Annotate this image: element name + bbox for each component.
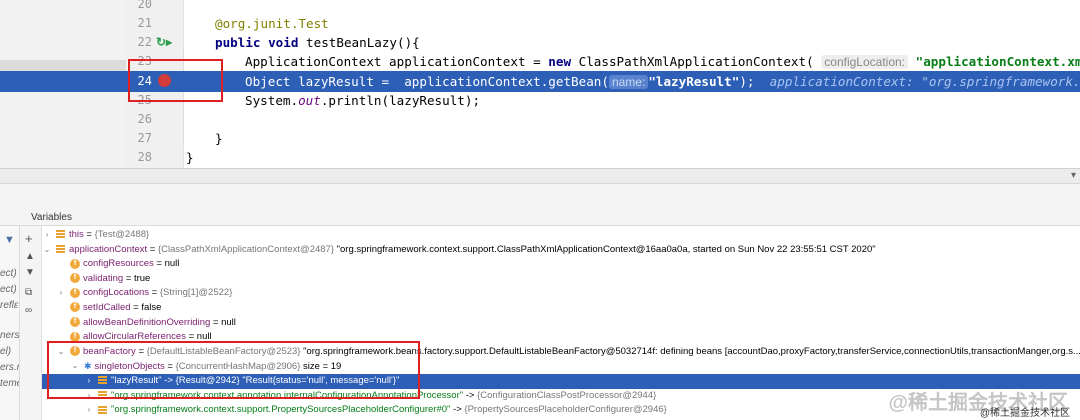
glasses-icon[interactable]: ∞ — [25, 304, 32, 318]
parameter-hint: name: — [608, 75, 649, 89]
frame-item[interactable]: el) — [0, 346, 11, 357]
local-var-icon — [56, 230, 65, 239]
field-icon: f — [70, 317, 80, 328]
watermark-small: @稀土掘金技术社区 — [979, 408, 1070, 419]
line-number: 26 — [137, 112, 152, 126]
frame-item[interactable]: teme — [0, 378, 19, 389]
frame-item[interactable]: ect) — [0, 284, 17, 295]
field-icon: f — [70, 302, 80, 313]
var-row-config-resources[interactable]: f configResources = null — [42, 257, 1080, 272]
run-test-icon[interactable]: ↻▸ — [156, 33, 172, 52]
line-number: 28 — [137, 150, 152, 164]
add-watch-icon[interactable]: + — [25, 232, 33, 246]
method-signature: public void testBeanLazy(){ — [215, 35, 420, 50]
line-number: 20 — [137, 0, 152, 11]
frame-item[interactable]: ect) — [0, 268, 17, 279]
line-number: 27 — [137, 131, 152, 145]
variables-toolbar: + ▲ ▼ ⧉ ∞ — [20, 226, 42, 420]
parameter-hint: configLocation: — [821, 55, 909, 69]
map-entry-icon — [98, 405, 107, 414]
code-line-26[interactable]: 26 — [0, 110, 1080, 129]
field-icon: f — [70, 287, 80, 298]
inline-debug-value: applicationContext: "org.springframework… — [769, 74, 1080, 89]
line-number: 22 — [137, 35, 152, 49]
highlight-box-editor — [128, 59, 223, 102]
code-line-28[interactable]: 28 } — [0, 148, 1080, 167]
collapse-arrow-icon[interactable]: ⌄ — [42, 243, 52, 258]
filter-icon[interactable]: ▼ — [4, 234, 15, 246]
frames-pane[interactable]: ▼ ect) ect) reflε ners. el) ers.n teme — [0, 226, 20, 420]
chevron-down-icon[interactable]: ▾ — [1071, 169, 1076, 183]
field-icon: f — [70, 273, 80, 284]
code-line-21[interactable]: 21 @org.junit.Test — [0, 14, 1080, 33]
var-row-set-id-called[interactable]: f setIdCalled = false — [42, 301, 1080, 316]
debugger-header: Variables — [0, 184, 1080, 226]
highlight-box-variables — [47, 341, 420, 399]
var-row-application-context[interactable]: ⌄ applicationContext = {ClassPathXmlAppl… — [42, 243, 1080, 258]
local-var-icon — [56, 245, 65, 254]
frame-item[interactable]: reflε — [0, 300, 18, 311]
arrow-up-icon[interactable]: ▲ — [25, 250, 35, 264]
var-row-allow-bean-definition-overriding[interactable]: f allowBeanDefinitionOverriding = null — [42, 316, 1080, 331]
var-row-config-locations[interactable]: › f configLocations = {String[1]@2522} — [42, 286, 1080, 301]
copy-icon[interactable]: ⧉ — [25, 286, 32, 300]
field-icon: f — [70, 258, 80, 269]
context-creation-statement: ApplicationContext applicationContext = … — [245, 54, 1080, 69]
variables-title: Variables — [31, 212, 72, 223]
frame-item[interactable]: ners. — [0, 330, 19, 341]
expand-arrow-icon[interactable]: › — [42, 228, 52, 243]
closing-brace: } — [186, 150, 194, 165]
var-row-this[interactable]: › this = {Test@2488} — [42, 228, 1080, 243]
closing-brace: } — [215, 131, 223, 146]
expand-arrow-icon[interactable]: › — [84, 403, 94, 418]
panel-splitter[interactable]: ▾ — [0, 168, 1080, 184]
frame-item[interactable]: ers.n — [0, 362, 19, 373]
code-line-22[interactable]: 22 ↻▸ public void testBeanLazy(){ — [0, 33, 1080, 52]
code-line-27[interactable]: 27 } — [0, 129, 1080, 148]
expand-arrow-icon[interactable]: › — [56, 286, 66, 301]
println-statement: System.out.println(lazyResult); — [245, 93, 481, 108]
line-number: 21 — [137, 16, 152, 30]
code-line-20[interactable]: 20 — [0, 0, 1080, 14]
code-editor[interactable]: 20 21 @org.junit.Test 22 ↻▸ public void … — [0, 0, 1080, 168]
arrow-down-icon[interactable]: ▼ — [25, 266, 35, 280]
get-bean-statement: Object lazyResult = applicationContext.g… — [245, 71, 1080, 93]
annotation-text: @org.junit.Test — [215, 16, 329, 31]
var-row-validating[interactable]: f validating = true — [42, 272, 1080, 287]
